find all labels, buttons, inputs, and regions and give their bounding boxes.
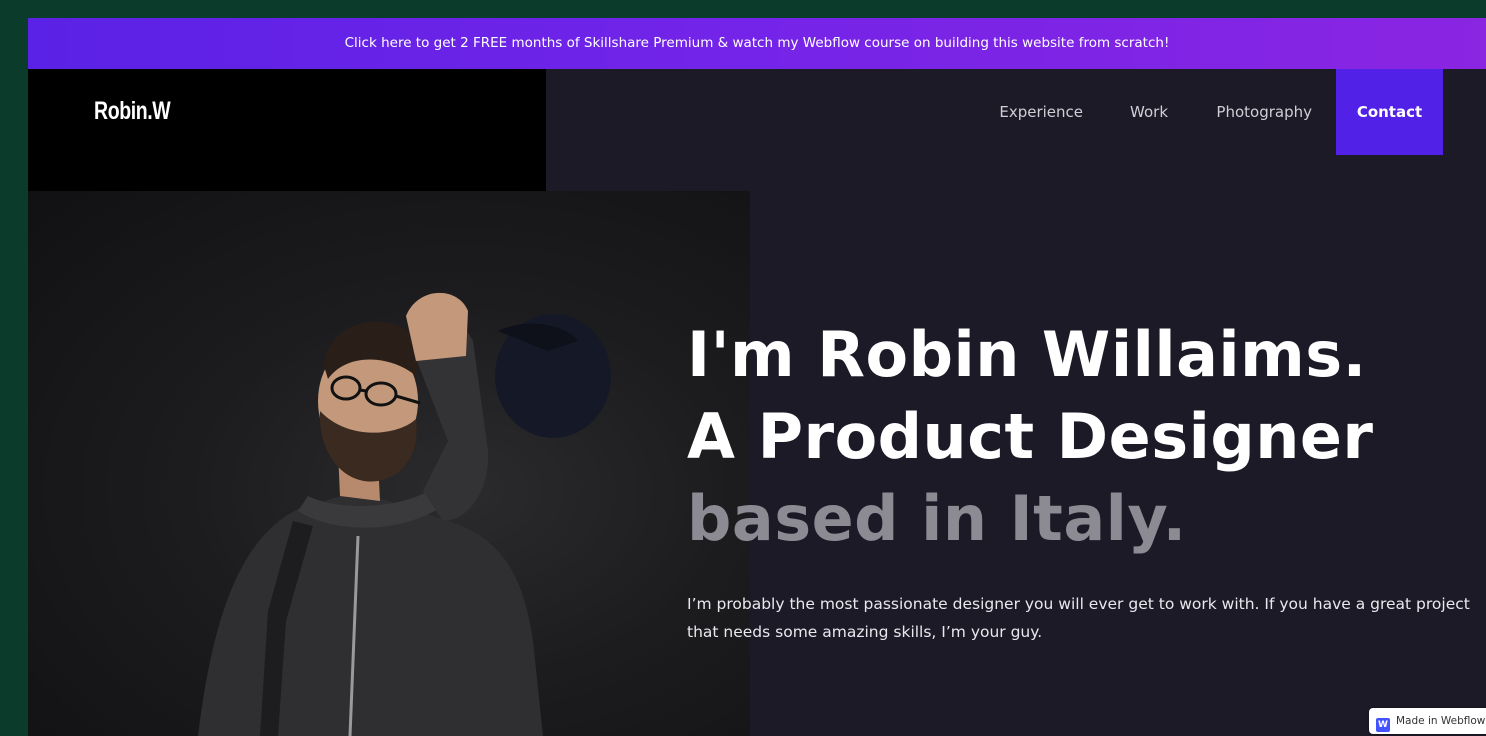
promo-banner-text: Click here to get 2 FREE months of Skill… (344, 35, 1170, 51)
badge-label: Made in Webflow (1396, 715, 1486, 727)
browser-viewport: Click here to get 2 FREE months of Skill… (28, 18, 1486, 736)
hero-portrait-photo (28, 191, 750, 736)
site-logo[interactable]: Robin.W (94, 97, 171, 126)
contact-button[interactable]: Contact (1336, 69, 1443, 155)
made-in-webflow-badge[interactable]: W Made in Webflow (1369, 708, 1486, 734)
hero-headline: I'm Robin Willaims. A Product Designer b… (687, 314, 1374, 560)
nav-link-experience[interactable]: Experience (999, 69, 1083, 155)
nav-link-photography[interactable]: Photography (1216, 69, 1312, 155)
portrait-illustration (198, 292, 611, 736)
promo-banner-link[interactable]: Click here to get 2 FREE months of Skill… (28, 18, 1486, 69)
logo-block: Robin.W (28, 69, 546, 191)
headline-line-role: A Product Designer (687, 400, 1374, 473)
hero-intro-text: I’m probably the most passionate designe… (687, 595, 1470, 641)
nav-link-work[interactable]: Work (1130, 69, 1168, 155)
webflow-logo-icon: W (1376, 718, 1390, 732)
headline-line-location: based in Italy. (687, 482, 1187, 555)
headline-line-name: I'm Robin Willaims. (687, 318, 1367, 391)
